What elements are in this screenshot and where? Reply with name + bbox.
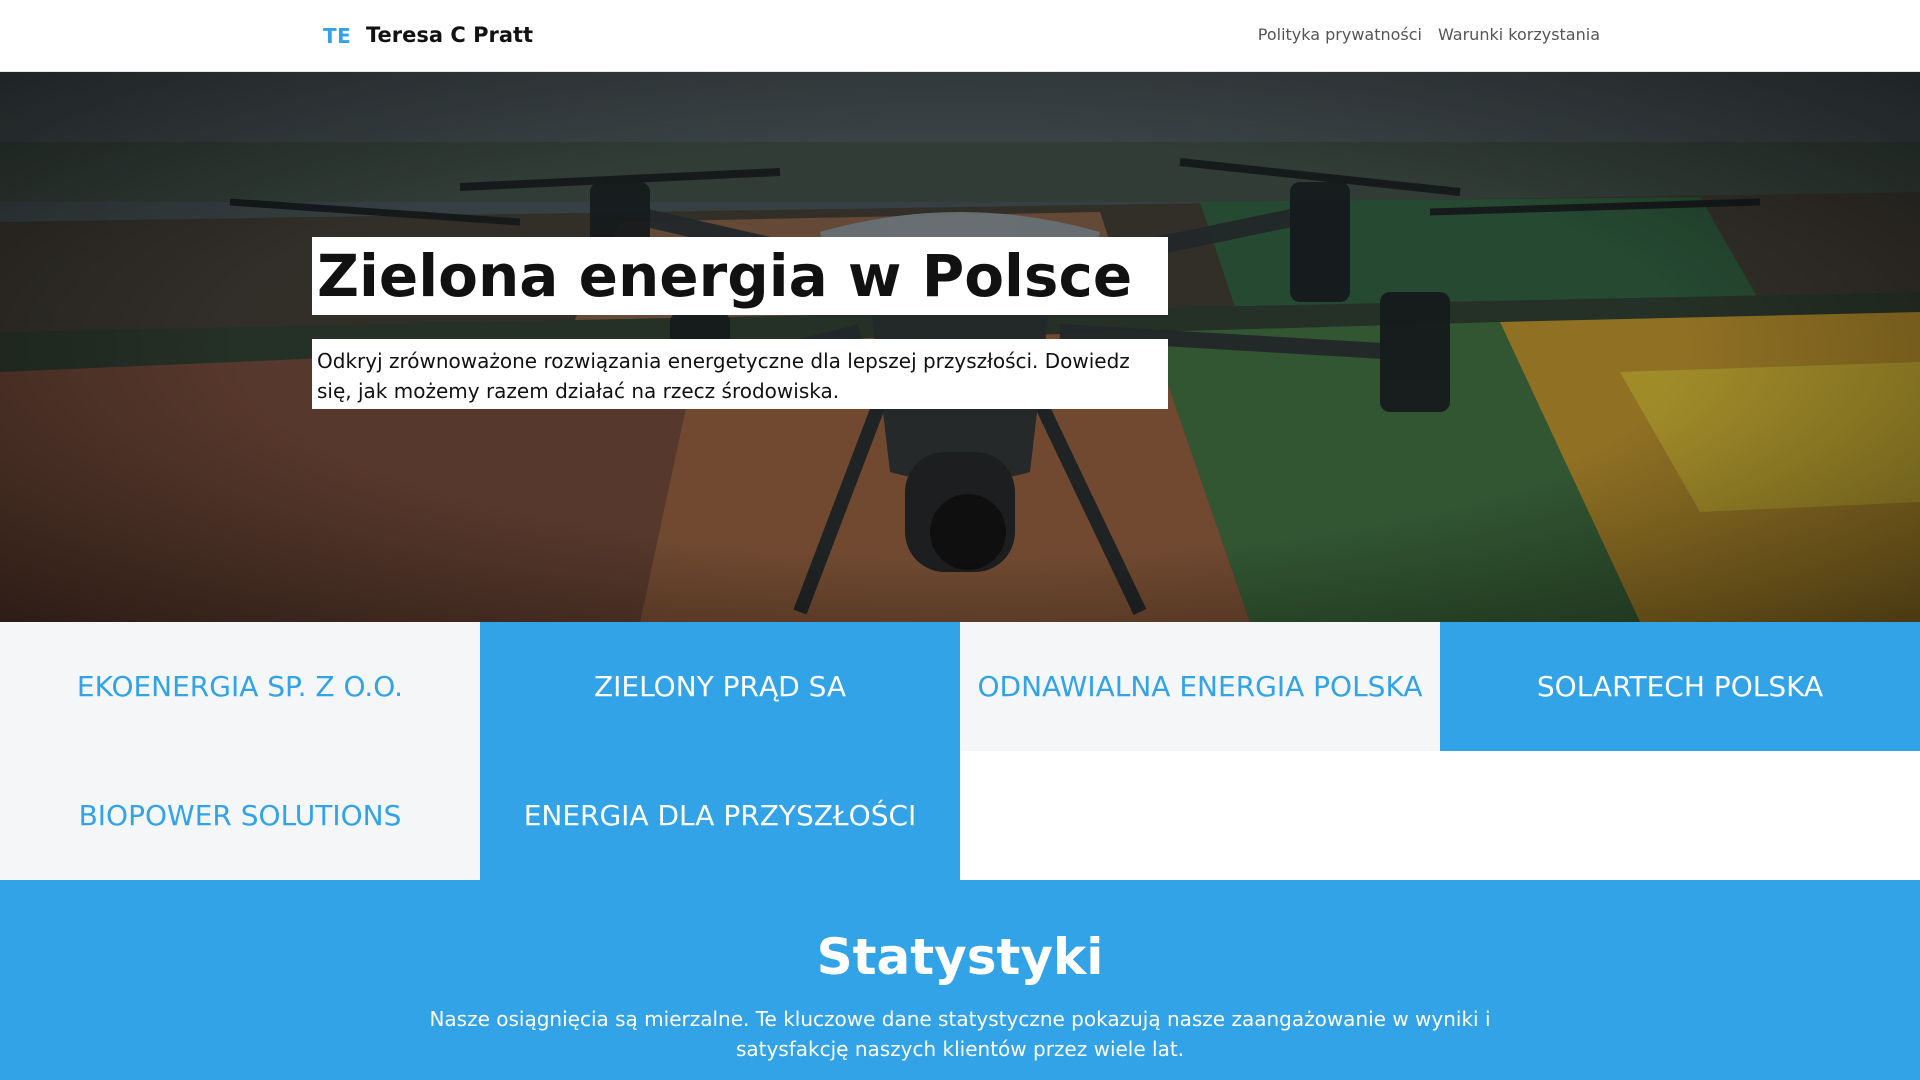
companies-grid: Ekoenergia Sp. z o.o. Zielony Prąd SA Od… (0, 622, 1920, 880)
site-name[interactable]: Teresa C Pratt (366, 23, 533, 47)
site-header: TE Teresa C Pratt Polityka prywatności W… (0, 0, 1920, 72)
company-tile[interactable]: BioPower Solutions (0, 751, 480, 880)
company-tile[interactable]: Energia dla Przyszłości (480, 751, 960, 880)
company-tile[interactable]: Zielony Prąd SA (480, 622, 960, 751)
company-tile[interactable]: SolarTech Polska (1440, 622, 1920, 751)
company-tile[interactable]: Odnawialna Energia Polska (960, 622, 1440, 751)
hero-title: Zielona energia w Polsce (312, 237, 1168, 315)
stats-description: Nasze osiągnięcia są mierzalne. Te klucz… (429, 1007, 1491, 1061)
nav-link-terms[interactable]: Warunki korzystania (1438, 25, 1600, 44)
stats-section: Statystyki Nasze osiągnięcia są mierzaln… (0, 880, 1920, 1080)
logo-initials[interactable]: TE (323, 24, 351, 48)
hero-section: Zielona energia w Polsce Odkryj zrównowa… (0, 72, 1920, 622)
nav-link-privacy[interactable]: Polityka prywatności (1258, 25, 1422, 44)
hero-subtitle: Odkryj zrównoważone rozwiązania energety… (312, 339, 1168, 409)
company-tile[interactable]: Ekoenergia Sp. z o.o. (0, 622, 480, 751)
stats-title: Statystyki (816, 928, 1104, 986)
header-nav: Polityka prywatności Warunki korzystania (1258, 25, 1600, 44)
